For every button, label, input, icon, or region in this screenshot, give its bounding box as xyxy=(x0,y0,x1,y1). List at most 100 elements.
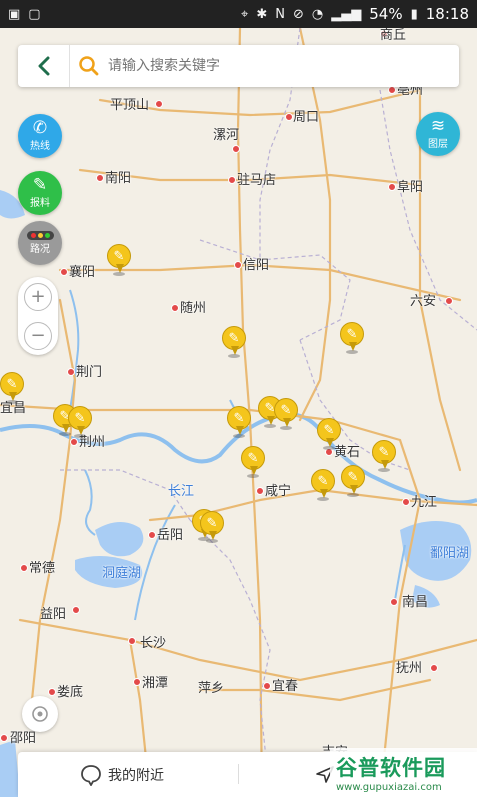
report-pin[interactable]: ✎ xyxy=(68,406,94,438)
city-label: 岳阳 xyxy=(157,528,184,543)
city-dot xyxy=(263,682,271,690)
report-pin[interactable]: ✎ xyxy=(341,465,367,497)
city-label: 九江 xyxy=(411,495,438,510)
lake-label: 鄱阳湖 xyxy=(430,546,470,561)
map-view[interactable]: 商丘 亳州 平顶山 周口 漯河 南阳 驻马店 阜阳 信阳 襄阳 随州 六安 荆门… xyxy=(0,28,477,797)
search-icon xyxy=(79,56,99,76)
zoom-out-button[interactable]: − xyxy=(24,321,52,350)
city-dot xyxy=(148,531,156,539)
city-dot xyxy=(228,176,236,184)
city-label: 襄阳 xyxy=(69,265,96,280)
city-dot xyxy=(445,297,453,305)
city-dot xyxy=(96,174,104,182)
city-dot xyxy=(20,564,28,572)
city-label: 阜阳 xyxy=(397,180,424,195)
report-pin[interactable]: ✎ xyxy=(317,418,343,450)
phone-icon: ✆ xyxy=(32,118,48,138)
report-pin[interactable]: ✎ xyxy=(241,446,267,478)
crosshair-icon xyxy=(32,706,48,722)
nearby-label: 我的附近 xyxy=(108,767,164,784)
city-label: 南昌 xyxy=(402,595,429,610)
city-label: 信阳 xyxy=(243,258,270,273)
nearby-button[interactable]: 我的附近 xyxy=(80,764,164,786)
signal-icon: ▂▄▆ xyxy=(331,6,362,22)
city-label: 六安 xyxy=(410,294,437,309)
city-dot xyxy=(430,664,438,672)
lake-label: 洞庭湖 xyxy=(102,566,142,581)
report-label: 报料 xyxy=(30,198,50,209)
city-label: 长沙 xyxy=(140,636,167,651)
city-label: 宜春 xyxy=(272,679,299,694)
search-input[interactable] xyxy=(106,57,459,75)
city-label: 随州 xyxy=(180,301,207,316)
report-pin[interactable]: ✎ xyxy=(0,372,26,404)
zoom-in-button[interactable]: + xyxy=(24,282,52,311)
layer-label: 图层 xyxy=(428,139,448,150)
city-label: 娄底 xyxy=(57,685,84,700)
traffic-label: 路况 xyxy=(30,244,50,255)
back-button[interactable] xyxy=(18,45,70,87)
layer-button[interactable]: ≋ 图层 xyxy=(416,112,460,156)
city-label: 益阳 xyxy=(40,607,67,622)
river-label: 长江 xyxy=(168,484,195,499)
city-label: 抚州 xyxy=(396,661,423,676)
city-label: 常德 xyxy=(29,561,56,576)
city-dot xyxy=(390,598,398,606)
city-dot xyxy=(388,183,396,191)
city-label: 周口 xyxy=(293,110,320,125)
report-button[interactable]: ✎ 报料 xyxy=(18,171,62,215)
city-dot xyxy=(171,304,179,312)
city-dot xyxy=(128,637,136,645)
city-label: 荆门 xyxy=(76,365,103,380)
city-dot xyxy=(0,734,8,742)
back-arrow-icon xyxy=(38,56,49,76)
nfc-icon: N xyxy=(275,6,286,22)
city-dot xyxy=(234,261,242,269)
city-dot xyxy=(388,86,396,94)
battery-icon: ▮ xyxy=(410,6,418,22)
report-pin[interactable]: ✎ xyxy=(372,440,398,472)
hotline-label: 热线 xyxy=(30,141,50,152)
city-dot xyxy=(402,498,410,506)
report-pin[interactable]: ✎ xyxy=(227,406,253,438)
city-dot xyxy=(232,145,240,153)
divider xyxy=(238,764,239,784)
gallery-icon: ▢ xyxy=(28,6,41,22)
city-dot xyxy=(285,113,293,121)
pencil-icon: ✎ xyxy=(32,175,48,195)
zoom-control: + − xyxy=(18,277,58,355)
city-dot xyxy=(72,606,80,614)
traffic-button[interactable]: 路况 xyxy=(18,221,62,265)
location-icon: ⌖ xyxy=(241,6,249,22)
city-dot xyxy=(60,268,68,276)
city-label: 萍乡 xyxy=(198,681,225,696)
status-bar: ▣ ▢ ⌖ ✱ N ⊘ ◔ ▂▄▆ 54% ▮ 18:18 xyxy=(0,0,477,28)
hotline-button[interactable]: ✆ 热线 xyxy=(18,114,62,158)
city-label: 驻马店 xyxy=(237,173,277,188)
city-dot xyxy=(256,487,264,495)
city-label: 商丘 xyxy=(380,28,407,43)
clock: 18:18 xyxy=(425,5,469,23)
city-dot xyxy=(67,368,75,376)
report-pin[interactable]: ✎ xyxy=(311,469,337,501)
city-dot xyxy=(155,100,163,108)
chat-pin-icon xyxy=(81,764,101,786)
mute-icon: ⊘ xyxy=(293,6,304,22)
city-label: 南阳 xyxy=(105,171,132,186)
search-bar xyxy=(18,45,459,87)
watermark-title: 谷普软件园 xyxy=(336,756,446,780)
layers-icon: ≋ xyxy=(430,116,446,136)
report-pin[interactable]: ✎ xyxy=(340,322,366,354)
report-pin[interactable]: ✎ xyxy=(107,244,133,276)
city-label: 湘潭 xyxy=(142,676,169,691)
report-pin[interactable]: ✎ xyxy=(222,326,248,358)
wifi-icon: ◔ xyxy=(311,6,324,22)
city-label: 漯河 xyxy=(213,128,240,143)
report-pin[interactable]: ✎ xyxy=(274,398,300,430)
report-pin[interactable]: ✎ xyxy=(200,511,226,543)
bluetooth-icon: ✱ xyxy=(256,6,268,22)
city-label: 咸宁 xyxy=(265,484,292,499)
city-dot xyxy=(48,688,56,696)
watermark: 谷普软件园 www.gupuxiazai.com xyxy=(330,748,477,797)
locate-button[interactable] xyxy=(22,696,58,732)
